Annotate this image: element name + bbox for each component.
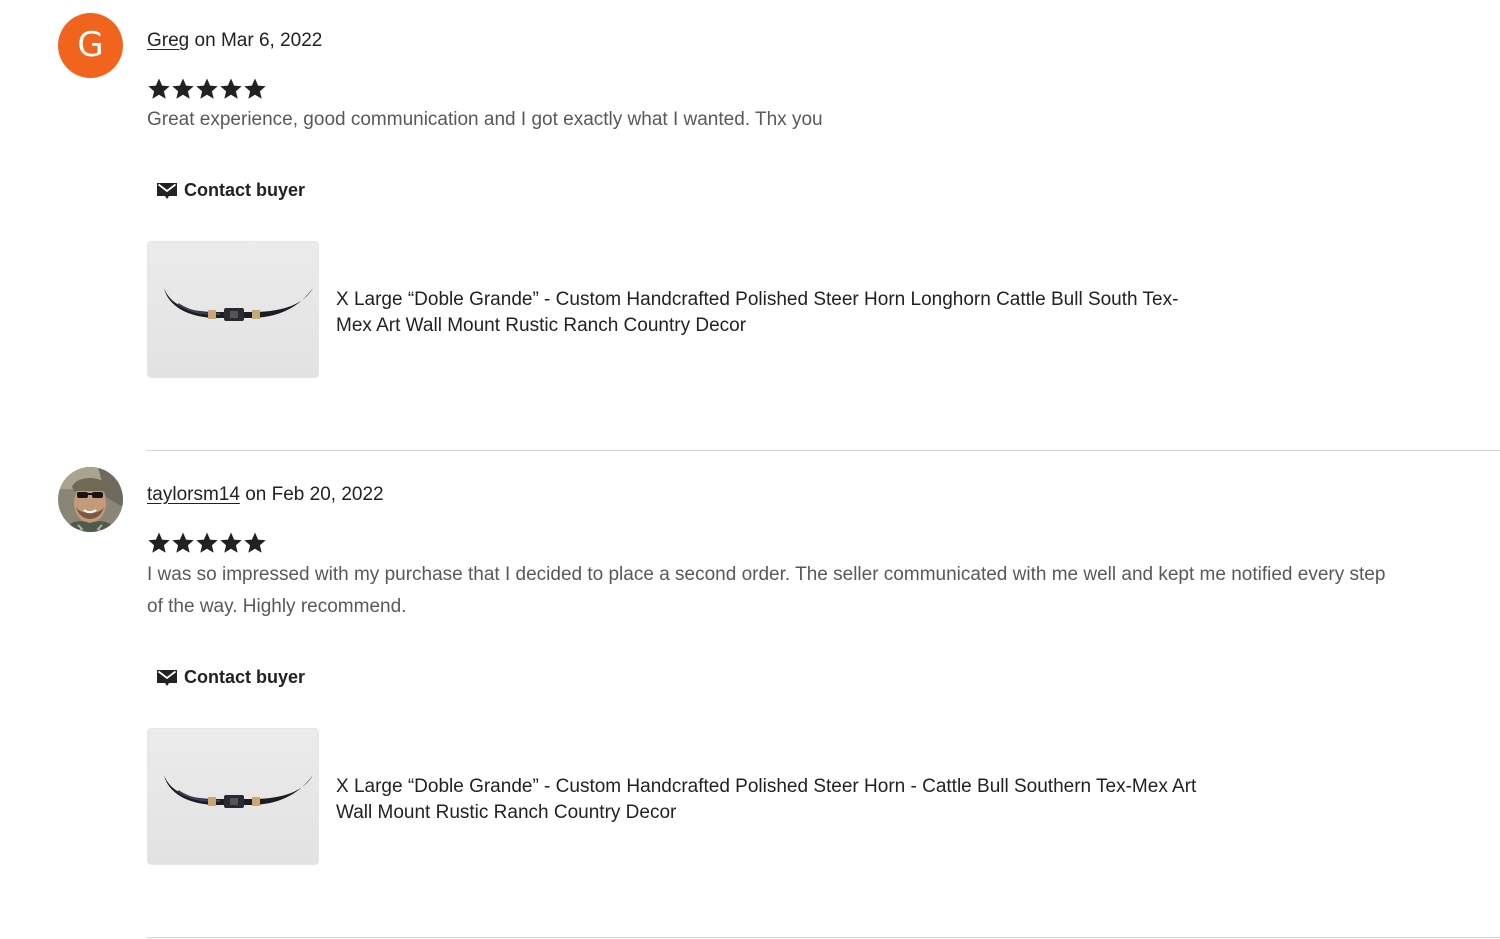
- review-divider: [147, 937, 1500, 938]
- star-icon: [220, 532, 242, 553]
- review-date: on Mar 6, 2022: [189, 30, 323, 51]
- steer-horn-image: [148, 729, 318, 864]
- product-thumbnail[interactable]: [147, 728, 319, 865]
- review-byline: taylorsm14 on Feb 20, 2022: [147, 484, 384, 506]
- avatar-photo: [58, 467, 123, 532]
- avatar[interactable]: G: [58, 13, 123, 78]
- star-rating: [147, 531, 267, 557]
- review-text: Great experience, good communication and…: [147, 109, 823, 130]
- contact-buyer-label: Contact buyer: [184, 180, 306, 200]
- product-title-link[interactable]: X Large “Doble Grande” - Custom Handcraf…: [336, 287, 1206, 339]
- star-icon: [172, 532, 194, 553]
- envelope-icon: [157, 669, 177, 686]
- review-divider: [147, 450, 1500, 451]
- contact-buyer-label: Contact buyer: [184, 667, 306, 687]
- star-icon: [196, 78, 218, 99]
- star-icon: [220, 78, 242, 99]
- review-byline: Greg on Mar 6, 2022: [147, 30, 322, 52]
- review-item: G Greg on Mar 6, 2022 Great experience, …: [0, 0, 1500, 451]
- star-icon: [148, 532, 170, 553]
- reviewer-name-link[interactable]: taylorsm14: [147, 484, 240, 505]
- star-icon: [244, 78, 266, 99]
- product-thumbnail[interactable]: [147, 241, 319, 378]
- review-date: on Feb 20, 2022: [239, 484, 384, 505]
- avatar[interactable]: [58, 467, 123, 532]
- star-icon: [148, 78, 170, 99]
- steer-horn-image: [148, 242, 318, 377]
- envelope-icon: [157, 182, 177, 199]
- reviewer-name-link[interactable]: Greg: [147, 30, 189, 51]
- star-icon: [244, 532, 266, 553]
- contact-buyer-button[interactable]: Contact buyer: [156, 180, 305, 201]
- review-item: taylorsm14 on Feb 20, 2022 I was so impr…: [0, 452, 1500, 938]
- review-text: I was so impressed with my purchase that…: [147, 564, 1386, 617]
- star-icon: [196, 532, 218, 553]
- contact-buyer-button[interactable]: Contact buyer: [156, 667, 305, 688]
- product-title-link[interactable]: X Large “Doble Grande” - Custom Handcraf…: [336, 774, 1206, 826]
- star-icon: [172, 78, 194, 99]
- star-rating: [147, 77, 267, 103]
